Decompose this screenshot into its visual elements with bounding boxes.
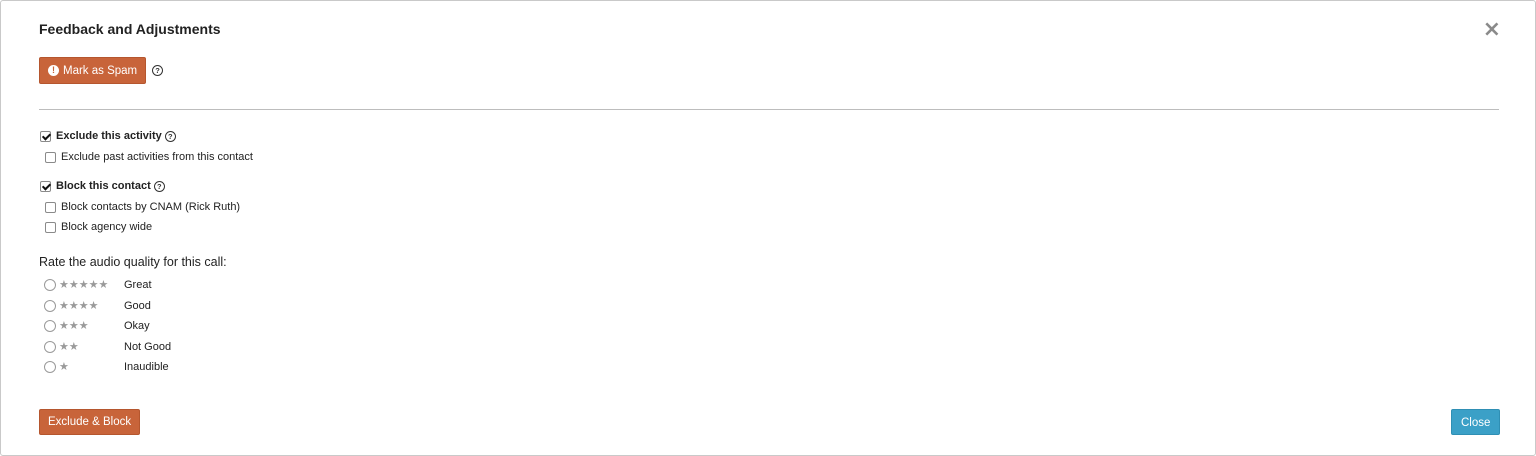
star-icons: ★★★ — [59, 319, 89, 332]
mark-as-spam-label: Mark as Spam — [63, 64, 138, 77]
star-icons: ★★★★★ — [59, 278, 109, 291]
rating-option-inaudible[interactable]: ★ Inaudible — [44, 360, 169, 373]
rating-radio[interactable] — [44, 360, 56, 373]
block-contact-label: Block this contact — [56, 180, 151, 192]
close-icon[interactable]: × — [1483, 19, 1501, 41]
rating-option-not-good[interactable]: ★★ Not Good — [44, 340, 171, 353]
rating-label: Rate the audio quality for this call: — [39, 255, 227, 269]
rating-radio[interactable] — [44, 278, 56, 291]
star-icons: ★ — [59, 360, 69, 373]
star-icons: ★★★★ — [59, 299, 99, 312]
rating-radio[interactable] — [44, 319, 56, 332]
block-agency-row[interactable]: Block agency wide — [45, 221, 152, 233]
block-contact-row[interactable]: Block this contact ? — [40, 180, 165, 192]
exclude-activity-row[interactable]: Exclude this activity ? — [40, 130, 176, 142]
dialog-title: Feedback and Adjustments — [39, 21, 221, 37]
exclude-past-checkbox[interactable] — [45, 151, 56, 163]
close-button[interactable]: Close — [1451, 409, 1501, 435]
block-cnam-label: Block contacts by CNAM (Rick Ruth) — [61, 201, 241, 213]
rating-radio[interactable] — [44, 340, 56, 353]
exclude-activity-label: Exclude this activity — [56, 130, 162, 142]
rating-option-great[interactable]: ★★★★★ Great — [44, 278, 152, 291]
rating-text: Inaudible — [124, 360, 169, 373]
divider — [39, 109, 1499, 110]
rating-text: Good — [124, 299, 151, 312]
exclude-block-button[interactable]: Exclude & Block — [39, 409, 141, 435]
rating-option-good[interactable]: ★★★★ Good — [44, 299, 151, 312]
exclude-past-label: Exclude past activities from this contac… — [61, 151, 253, 163]
help-icon[interactable]: ? — [164, 130, 176, 142]
rating-option-okay[interactable]: ★★★ Okay — [44, 319, 150, 332]
block-agency-label: Block agency wide — [61, 221, 153, 233]
rating-text: Not Good — [124, 340, 172, 353]
feedback-dialog: Feedback and Adjustments × ! Mark as Spa… — [0, 0, 1536, 456]
rating-radio[interactable] — [44, 299, 56, 312]
block-cnam-checkbox[interactable] — [45, 201, 56, 213]
block-contact-checkbox[interactable] — [40, 180, 51, 192]
block-agency-checkbox[interactable] — [45, 221, 56, 233]
alert-icon: ! — [48, 65, 59, 76]
help-icon[interactable]: ? — [152, 65, 163, 76]
help-icon[interactable]: ? — [153, 180, 165, 192]
exclude-past-row[interactable]: Exclude past activities from this contac… — [45, 151, 253, 163]
block-cnam-row[interactable]: Block contacts by CNAM (Rick Ruth) — [45, 201, 240, 213]
star-icons: ★★ — [59, 340, 79, 353]
rating-text: Great — [124, 278, 152, 291]
exclude-activity-checkbox[interactable] — [40, 130, 51, 142]
rating-text: Okay — [124, 319, 150, 332]
mark-as-spam-button[interactable]: ! Mark as Spam — [39, 57, 147, 84]
